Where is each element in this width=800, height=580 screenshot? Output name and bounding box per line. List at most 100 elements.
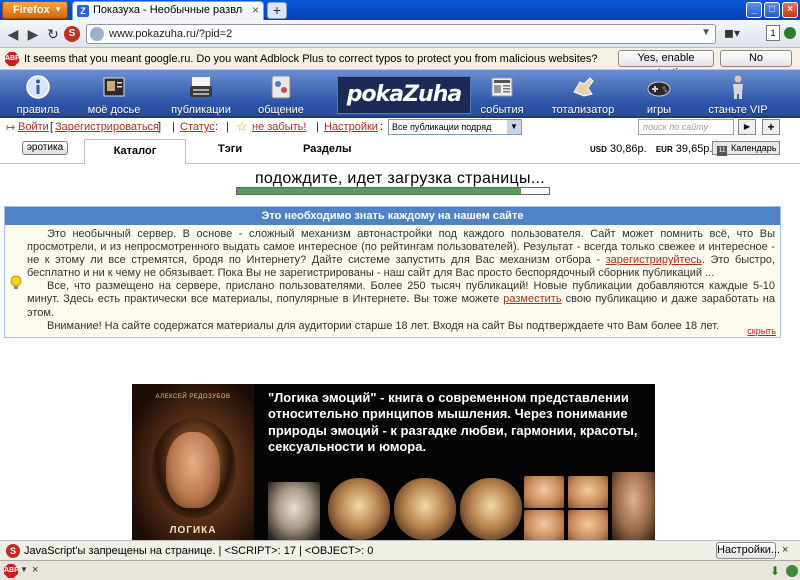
register-inline-link[interactable]: зарегистрируйтесь: [606, 254, 702, 266]
separator: |: [226, 121, 229, 133]
search-go-button[interactable]: ▶: [738, 119, 756, 135]
globe-status-icon[interactable]: [786, 565, 798, 577]
star-icon: ☆: [236, 119, 248, 134]
user-toolbar: ↦ Войти [ Зарегистрироваться ] | Статус …: [0, 118, 800, 136]
tab-tags[interactable]: Тэги: [218, 143, 242, 155]
close-tab-icon[interactable]: ×: [252, 3, 259, 17]
adblock-status-icon[interactable]: ABP: [4, 564, 18, 578]
hide-info-link[interactable]: скрыть: [747, 326, 776, 336]
nav-label: станьте VIP: [708, 104, 768, 116]
noscript-settings-button[interactable]: Настройки...: [716, 542, 780, 559]
publication-filter-select[interactable]: Все публикации подряд ▼: [388, 119, 522, 135]
usd-code: USD: [590, 145, 607, 154]
noscript-toolbar-icon[interactable]: S: [64, 26, 80, 42]
close-window-button[interactable]: ×: [782, 2, 798, 18]
info-box-header: Это необходимо знать каждому на нашем са…: [5, 207, 780, 225]
nav-label: публикации: [171, 104, 231, 116]
nav-events[interactable]: события: [474, 74, 530, 118]
calendar-button[interactable]: 11 Календарь: [712, 141, 780, 156]
new-tab-button[interactable]: +: [267, 2, 287, 19]
close-icon[interactable]: ×: [782, 544, 788, 556]
register-link[interactable]: Зарегистрироваться: [55, 121, 159, 133]
publish-inline-link[interactable]: разместить: [503, 293, 561, 305]
tab-catalog[interactable]: Каталог: [84, 139, 186, 165]
erotika-toggle-button[interactable]: эротика: [22, 141, 68, 155]
nav-rules[interactable]: правила: [10, 74, 66, 118]
firefox-menu-label: Firefox: [13, 4, 50, 16]
addon-status-icon[interactable]: [784, 27, 796, 39]
info-box: Это необходимо знать каждому на нашем са…: [4, 206, 781, 338]
face-expression-image: [524, 510, 564, 540]
nav-games[interactable]: игры: [636, 74, 682, 118]
forward-arrow-icon[interactable]: ▶: [24, 25, 42, 43]
nav-label: моё досье: [87, 104, 141, 116]
login-arrow-icon: ↦: [6, 122, 16, 134]
info-paragraph: Это необычный сервер. В основе - сложный…: [27, 228, 775, 280]
settings-link[interactable]: Настройки: [324, 121, 378, 133]
maximize-window-button[interactable]: □: [764, 2, 780, 18]
nav-totalizator[interactable]: тотализатор: [548, 74, 618, 118]
nav-dossier[interactable]: моё досье: [82, 74, 146, 118]
woman-portrait-image: [612, 472, 655, 540]
book-title: ЛОГИКА: [169, 525, 217, 536]
hand-icon: [573, 77, 594, 97]
url-text[interactable]: www.pokazuha.ru/?pid=2: [109, 28, 232, 40]
info-paragraph: Все, что размещено на сервере, прислано …: [27, 280, 775, 319]
loading-progress-bar: [236, 187, 550, 195]
minimize-window-button[interactable]: _: [746, 2, 762, 18]
firefox-menu-button[interactable]: Firefox ▼: [2, 1, 68, 19]
tab-sections[interactable]: Разделы: [303, 143, 351, 155]
book-ad-banner[interactable]: АЛЕКСЕЙ РЕДОЗУБОВ ЛОГИКА "Логика эмоций"…: [132, 384, 655, 540]
gamepad-icon: [647, 81, 671, 97]
chat-icon: [271, 75, 291, 99]
site-logo[interactable]: pokaZuha: [337, 76, 471, 114]
login-link[interactable]: Войти: [18, 121, 49, 133]
calendar-label: Календарь: [731, 143, 777, 153]
newspaper-icon: [491, 77, 513, 97]
enable-protection-button[interactable]: Yes, enable protection: [618, 50, 714, 79]
close-icon[interactable]: ×: [32, 564, 38, 576]
filter-value: Все публикации подряд: [392, 122, 492, 132]
chevron-down-icon[interactable]: ▼: [507, 120, 521, 134]
book-cover-image: АЛЕКСЕЙ РЕДОЗУБОВ ЛОГИКА: [132, 384, 254, 540]
tab-title: Показуха - Необычные развлечения: Афо: [93, 4, 243, 16]
nav-publications[interactable]: публикации: [166, 74, 236, 118]
bracket-close: ]: [158, 121, 162, 133]
separator: |: [172, 121, 175, 133]
lightbulb-icon: [10, 275, 22, 289]
site-identity-icon[interactable]: [90, 27, 104, 41]
darwin-portrait-image: [268, 482, 320, 540]
download-arrow-icon[interactable]: ⬇: [770, 564, 780, 578]
url-bar[interactable]: www.pokazuha.ru/?pid=2 ▼: [86, 24, 716, 44]
url-dropdown-icon[interactable]: ▼: [701, 27, 711, 38]
dismiss-button[interactable]: No: [720, 50, 792, 67]
site-header: правила моё досье публикации общение pok…: [0, 70, 800, 118]
search-engine-icon[interactable]: ◼▾: [724, 26, 748, 42]
nav-communication[interactable]: общение: [252, 74, 310, 118]
nav-label: события: [480, 104, 524, 116]
info-paragraph: Внимание! На сайте содержатся материалы …: [27, 320, 775, 333]
book-cover-face: [166, 432, 220, 508]
browser-tab-active[interactable]: Z Показуха - Необычные развлечения: Афо …: [72, 1, 264, 20]
reload-icon[interactable]: ↻: [44, 25, 62, 43]
nav-label: правила: [16, 104, 60, 116]
adblock-icon: ABP: [5, 52, 19, 66]
age-warning-text: Внимание! На сайте содержатся материалы …: [47, 319, 720, 332]
noscript-notification-bar: S JavaScript'ы запрещены на странице. | …: [0, 540, 800, 560]
nav-vip[interactable]: станьте VIP: [706, 74, 770, 118]
adblock-notification-bar: ABP It seems that you meant google.ru. D…: [0, 48, 800, 79]
loading-progress-fill: [237, 188, 521, 194]
tab-count-badge[interactable]: 1: [766, 25, 780, 41]
chevron-down-icon[interactable]: ▼: [20, 565, 28, 574]
brain-image: [394, 478, 456, 540]
back-arrow-icon[interactable]: ◀: [4, 25, 22, 43]
site-search-input[interactable]: поиск по сайту: [638, 119, 734, 135]
face-expression-image: [568, 476, 608, 508]
calendar-icon: 11: [717, 146, 727, 156]
status-link[interactable]: Статус: [180, 121, 215, 133]
vip-figure-icon: [733, 75, 743, 99]
dont-forget-link[interactable]: не забыть!: [252, 121, 306, 133]
brain-image: [328, 478, 390, 540]
loading-message: подождите, идет загрузка страницы...: [254, 170, 546, 187]
add-button[interactable]: +: [762, 119, 780, 135]
